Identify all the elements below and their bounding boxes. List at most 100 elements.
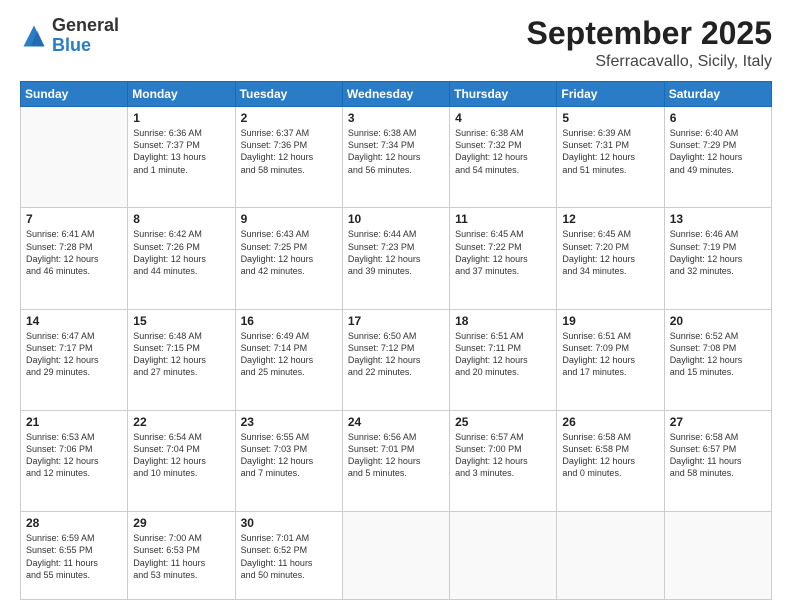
cell-content: Sunrise: 6:39 AMSunset: 7:31 PMDaylight:… xyxy=(562,127,658,176)
calendar-cell: 2 Sunrise: 6:37 AMSunset: 7:36 PMDaylight… xyxy=(235,107,342,208)
calendar-cell: 5 Sunrise: 6:39 AMSunset: 7:31 PMDaylight… xyxy=(557,107,664,208)
logo-icon xyxy=(20,22,48,50)
logo: General Blue xyxy=(20,16,119,56)
logo-text: General Blue xyxy=(52,16,119,56)
cell-content: Sunrise: 6:56 AMSunset: 7:01 PMDaylight:… xyxy=(348,431,444,480)
day-number: 20 xyxy=(670,314,766,328)
day-number: 9 xyxy=(241,212,337,226)
day-number: 5 xyxy=(562,111,658,125)
cell-content: Sunrise: 6:43 AMSunset: 7:25 PMDaylight:… xyxy=(241,228,337,277)
cell-content: Sunrise: 7:01 AMSunset: 6:52 PMDaylight:… xyxy=(241,532,337,581)
calendar-cell: 13 Sunrise: 6:46 AMSunset: 7:19 PMDayligh… xyxy=(664,208,771,309)
day-number: 13 xyxy=(670,212,766,226)
day-number: 4 xyxy=(455,111,551,125)
calendar-week-row: 7 Sunrise: 6:41 AMSunset: 7:28 PMDaylight… xyxy=(21,208,772,309)
day-number: 2 xyxy=(241,111,337,125)
cell-content: Sunrise: 6:45 AMSunset: 7:20 PMDaylight:… xyxy=(562,228,658,277)
calendar-cell: 21 Sunrise: 6:53 AMSunset: 7:06 PMDayligh… xyxy=(21,411,128,512)
col-header-friday: Friday xyxy=(557,82,664,107)
day-number: 27 xyxy=(670,415,766,429)
cell-content: Sunrise: 7:00 AMSunset: 6:53 PMDaylight:… xyxy=(133,532,229,581)
calendar-cell: 30 Sunrise: 7:01 AMSunset: 6:52 PMDayligh… xyxy=(235,512,342,600)
calendar-cell: 3 Sunrise: 6:38 AMSunset: 7:34 PMDaylight… xyxy=(342,107,449,208)
day-number: 18 xyxy=(455,314,551,328)
day-number: 16 xyxy=(241,314,337,328)
cell-content: Sunrise: 6:50 AMSunset: 7:12 PMDaylight:… xyxy=(348,330,444,379)
day-number: 28 xyxy=(26,516,122,530)
col-header-sunday: Sunday xyxy=(21,82,128,107)
calendar-cell: 7 Sunrise: 6:41 AMSunset: 7:28 PMDaylight… xyxy=(21,208,128,309)
day-number: 17 xyxy=(348,314,444,328)
day-number: 15 xyxy=(133,314,229,328)
cell-content: Sunrise: 6:42 AMSunset: 7:26 PMDaylight:… xyxy=(133,228,229,277)
calendar-cell: 29 Sunrise: 7:00 AMSunset: 6:53 PMDayligh… xyxy=(128,512,235,600)
cell-content: Sunrise: 6:49 AMSunset: 7:14 PMDaylight:… xyxy=(241,330,337,379)
col-header-saturday: Saturday xyxy=(664,82,771,107)
day-number: 1 xyxy=(133,111,229,125)
cell-content: Sunrise: 6:51 AMSunset: 7:09 PMDaylight:… xyxy=(562,330,658,379)
calendar-cell: 12Sunrise: 6:45 AMSunset: 7:20 PMDayligh… xyxy=(557,208,664,309)
cell-content: Sunrise: 6:40 AMSunset: 7:29 PMDaylight:… xyxy=(670,127,766,176)
cell-content: Sunrise: 6:53 AMSunset: 7:06 PMDaylight:… xyxy=(26,431,122,480)
header: General Blue September 2025 Sferracavall… xyxy=(20,16,772,71)
calendar-cell: 19 Sunrise: 6:51 AMSunset: 7:09 PMDayligh… xyxy=(557,309,664,410)
day-number: 3 xyxy=(348,111,444,125)
title-month: September 2025 xyxy=(527,16,772,51)
calendar-table: SundayMondayTuesdayWednesdayThursdayFrid… xyxy=(20,81,772,600)
calendar-cell: 18Sunrise: 6:51 AMSunset: 7:11 PMDayligh… xyxy=(450,309,557,410)
calendar-cell: 27Sunrise: 6:58 AMSunset: 6:57 PMDayligh… xyxy=(664,411,771,512)
cell-content: Sunrise: 6:38 AMSunset: 7:32 PMDaylight:… xyxy=(455,127,551,176)
calendar-cell: 1 Sunrise: 6:36 AMSunset: 7:37 PMDaylight… xyxy=(128,107,235,208)
calendar-cell: 23 Sunrise: 6:55 AMSunset: 7:03 PMDayligh… xyxy=(235,411,342,512)
cell-content: Sunrise: 6:46 AMSunset: 7:19 PMDaylight:… xyxy=(670,228,766,277)
cell-content: Sunrise: 6:36 AMSunset: 7:37 PMDaylight:… xyxy=(133,127,229,176)
day-number: 6 xyxy=(670,111,766,125)
cell-content: Sunrise: 6:41 AMSunset: 7:28 PMDaylight:… xyxy=(26,228,122,277)
logo-blue: Blue xyxy=(52,35,91,55)
calendar-cell: 15 Sunrise: 6:48 AMSunset: 7:15 PMDayligh… xyxy=(128,309,235,410)
title-block: September 2025 Sferracavallo, Sicily, It… xyxy=(527,16,772,71)
cell-content: Sunrise: 6:48 AMSunset: 7:15 PMDaylight:… xyxy=(133,330,229,379)
calendar-cell: 26 Sunrise: 6:58 AMSunset: 6:58 PMDayligh… xyxy=(557,411,664,512)
calendar-cell: 25 Sunrise: 6:57 AMSunset: 7:00 PMDayligh… xyxy=(450,411,557,512)
day-number: 23 xyxy=(241,415,337,429)
day-number: 14 xyxy=(26,314,122,328)
day-number: 26 xyxy=(562,415,658,429)
calendar-cell: 10Sunrise: 6:44 AMSunset: 7:23 PMDayligh… xyxy=(342,208,449,309)
calendar-cell: 24Sunrise: 6:56 AMSunset: 7:01 PMDayligh… xyxy=(342,411,449,512)
calendar-week-row: 14Sunrise: 6:47 AMSunset: 7:17 PMDayligh… xyxy=(21,309,772,410)
day-number: 30 xyxy=(241,516,337,530)
cell-content: Sunrise: 6:52 AMSunset: 7:08 PMDaylight:… xyxy=(670,330,766,379)
calendar-week-row: 21 Sunrise: 6:53 AMSunset: 7:06 PMDayligh… xyxy=(21,411,772,512)
day-number: 25 xyxy=(455,415,551,429)
calendar-cell: 8Sunrise: 6:42 AMSunset: 7:26 PMDaylight… xyxy=(128,208,235,309)
calendar-cell: 17 Sunrise: 6:50 AMSunset: 7:12 PMDayligh… xyxy=(342,309,449,410)
calendar-cell: 9 Sunrise: 6:43 AMSunset: 7:25 PMDaylight… xyxy=(235,208,342,309)
logo-general: General xyxy=(52,15,119,35)
day-number: 21 xyxy=(26,415,122,429)
page: General Blue September 2025 Sferracavall… xyxy=(0,0,792,612)
calendar-cell: 6 Sunrise: 6:40 AMSunset: 7:29 PMDaylight… xyxy=(664,107,771,208)
day-number: 29 xyxy=(133,516,229,530)
cell-content: Sunrise: 6:45 AMSunset: 7:22 PMDaylight:… xyxy=(455,228,551,277)
title-location: Sferracavallo, Sicily, Italy xyxy=(527,53,772,71)
cell-content: Sunrise: 6:37 AMSunset: 7:36 PMDaylight:… xyxy=(241,127,337,176)
calendar-cell: 22Sunrise: 6:54 AMSunset: 7:04 PMDayligh… xyxy=(128,411,235,512)
day-number: 22 xyxy=(133,415,229,429)
day-number: 11 xyxy=(455,212,551,226)
day-number: 19 xyxy=(562,314,658,328)
calendar-cell xyxy=(557,512,664,600)
calendar-cell xyxy=(664,512,771,600)
day-number: 7 xyxy=(26,212,122,226)
calendar-cell: 20 Sunrise: 6:52 AMSunset: 7:08 PMDayligh… xyxy=(664,309,771,410)
cell-content: Sunrise: 6:57 AMSunset: 7:00 PMDaylight:… xyxy=(455,431,551,480)
calendar-cell: 11 Sunrise: 6:45 AMSunset: 7:22 PMDayligh… xyxy=(450,208,557,309)
cell-content: Sunrise: 6:58 AMSunset: 6:58 PMDaylight:… xyxy=(562,431,658,480)
calendar-header-row: SundayMondayTuesdayWednesdayThursdayFrid… xyxy=(21,82,772,107)
col-header-thursday: Thursday xyxy=(450,82,557,107)
cell-content: Sunrise: 6:55 AMSunset: 7:03 PMDaylight:… xyxy=(241,431,337,480)
col-header-wednesday: Wednesday xyxy=(342,82,449,107)
calendar-cell xyxy=(450,512,557,600)
calendar-week-row: 1 Sunrise: 6:36 AMSunset: 7:37 PMDaylight… xyxy=(21,107,772,208)
cell-content: Sunrise: 6:38 AMSunset: 7:34 PMDaylight:… xyxy=(348,127,444,176)
